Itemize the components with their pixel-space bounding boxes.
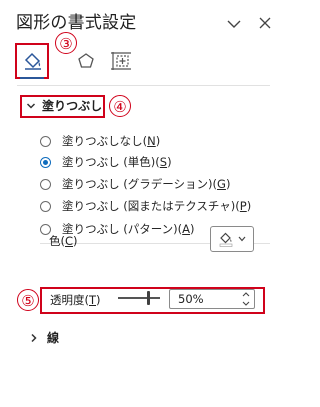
radio-button xyxy=(40,135,51,147)
selected-tab-indicator xyxy=(20,77,44,79)
pane-title: 図形の書式設定 xyxy=(16,13,137,33)
paint-bucket-icon xyxy=(219,232,233,247)
access-key: G xyxy=(217,177,226,191)
color-label-text: 色 xyxy=(49,234,61,248)
size-layout-icon xyxy=(111,52,131,70)
option-label: 塗りつぶし (図またはテクスチャ) xyxy=(62,199,236,213)
transparency-label: 透明度(T) xyxy=(50,293,101,307)
access-key: N xyxy=(147,134,156,148)
transparency-slider[interactable] xyxy=(118,297,160,299)
tab-size-and-properties[interactable] xyxy=(110,51,132,75)
radio-picture-fill[interactable]: 塗りつぶし (図またはテクスチャ)(P) xyxy=(40,197,251,215)
tab-fill-and-line[interactable] xyxy=(15,43,49,79)
access-key: P xyxy=(239,199,247,213)
access-key: C xyxy=(65,234,74,248)
line-section-header[interactable]: 線 xyxy=(29,329,59,346)
spin-down-icon[interactable] xyxy=(242,301,250,306)
tab-separator xyxy=(17,85,270,86)
access-key: A xyxy=(182,222,191,236)
access-key: S xyxy=(159,155,168,169)
radio-solid-fill[interactable]: 塗りつぶし (単色)(S) xyxy=(40,153,172,171)
annotation-4: ④ xyxy=(109,95,131,117)
option-label: 塗りつぶし (単色) xyxy=(62,155,156,169)
chevron-down-icon xyxy=(238,236,246,242)
option-label: 塗りつぶしなし xyxy=(62,134,143,148)
fill-section-label: 塗りつぶし xyxy=(42,99,103,113)
radio-gradient-fill[interactable]: 塗りつぶし (グラデーション)(G) xyxy=(40,175,230,193)
transparency-label-text: 透明度 xyxy=(50,293,85,307)
access-key: T xyxy=(89,293,97,307)
tab-effects[interactable] xyxy=(77,52,95,74)
pentagon-icon xyxy=(78,53,94,68)
radio-button xyxy=(40,200,51,212)
annotation-3: ③ xyxy=(55,32,77,54)
chevron-down-icon[interactable] xyxy=(227,14,241,33)
paint-bucket-icon xyxy=(23,51,43,75)
fill-section-header[interactable]: 塗りつぶし xyxy=(26,97,102,114)
radio-button xyxy=(40,178,51,190)
spinner[interactable] xyxy=(242,290,250,312)
radio-button-selected xyxy=(40,156,51,168)
color-label: 色(C) xyxy=(49,234,78,248)
option-label: 塗りつぶし (グラデーション) xyxy=(62,177,213,191)
transparency-slider-thumb[interactable] xyxy=(147,291,150,305)
spin-up-icon[interactable] xyxy=(242,292,250,297)
close-icon[interactable] xyxy=(259,14,271,33)
line-section-label: 線 xyxy=(47,331,60,345)
option-label: 塗りつぶし (パターン) xyxy=(62,222,178,236)
radio-no-fill[interactable]: 塗りつぶしなし(N) xyxy=(40,132,160,150)
annotation-5: ⑤ xyxy=(17,289,39,311)
transparency-value: 50% xyxy=(178,292,204,306)
color-picker-button[interactable] xyxy=(210,226,254,252)
chevron-down-icon xyxy=(26,102,36,109)
chevron-right-icon xyxy=(31,333,37,342)
